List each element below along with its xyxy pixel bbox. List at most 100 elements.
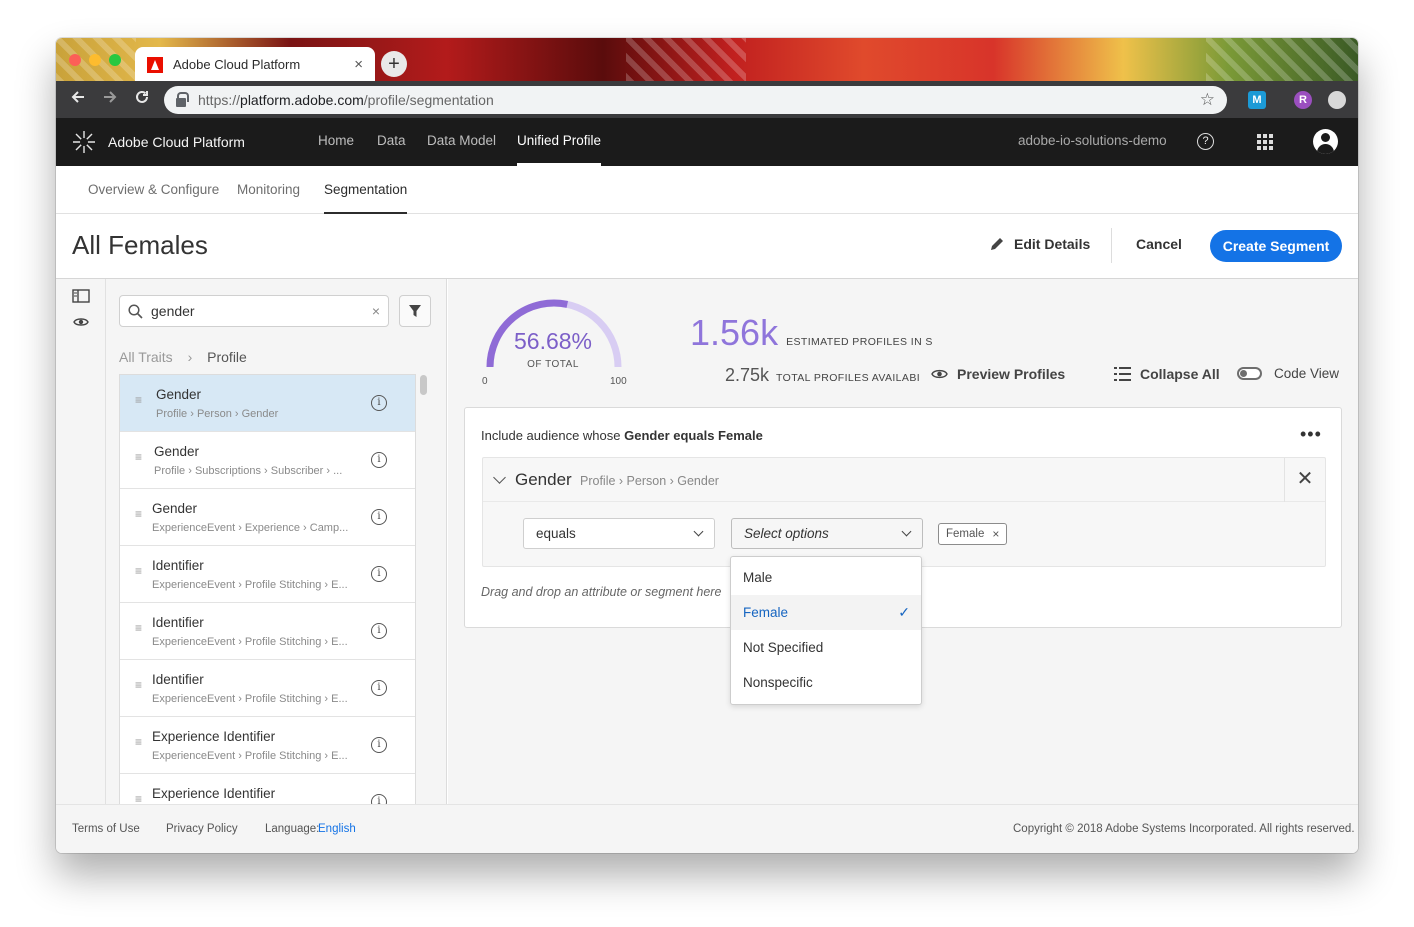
copyright: Copyright © 2018 Adobe Systems Incorpora… [1013, 823, 1355, 835]
list-item[interactable]: ≡ Identifier ExperienceEvent › Profile S… [120, 546, 415, 603]
preview-profiles-label: Preview Profiles [957, 366, 1066, 382]
info-icon[interactable]: i [371, 623, 387, 639]
browser-window: Adobe Cloud Platform × + https://platfor… [56, 38, 1358, 853]
brand[interactable]: Adobe Cloud Platform [72, 130, 245, 154]
drag-handle-icon[interactable]: ≡ [135, 508, 142, 520]
info-icon[interactable]: i [371, 509, 387, 525]
value-select[interactable]: Select options [731, 518, 923, 549]
item-name: Experience Identifier [152, 729, 276, 744]
tab-strip: Adobe Cloud Platform × + [56, 38, 1358, 82]
operator-select[interactable]: equals [523, 518, 715, 549]
item-name: Gender [154, 444, 200, 459]
tab-overview-configure[interactable]: Overview & Configure [88, 166, 219, 214]
option-male[interactable]: Male [731, 560, 921, 595]
option-not-specified[interactable]: Not Specified [731, 630, 921, 665]
option-label: Male [743, 570, 773, 585]
panel-toggle-icon[interactable] [72, 289, 90, 308]
toggle-switch[interactable] [1237, 367, 1262, 380]
list-scrollbar[interactable] [420, 375, 427, 395]
org-switcher[interactable]: adobe-io-solutions-demo [1018, 133, 1167, 148]
header-divider [1111, 228, 1112, 263]
remove-tag-icon[interactable]: × [992, 527, 999, 541]
url-scheme: https:// [198, 92, 241, 108]
drag-handle-icon[interactable]: ≡ [135, 736, 142, 748]
page-header: All Females Edit Details Cancel Create S… [56, 214, 1358, 279]
list-item[interactable]: ≡ Experience Identifier i [120, 774, 415, 804]
tab-monitoring[interactable]: Monitoring [237, 166, 300, 214]
info-icon[interactable]: i [371, 737, 387, 753]
breadcrumb: All Traits › Profile [119, 349, 247, 365]
drag-handle-icon[interactable]: ≡ [135, 679, 142, 691]
extension-circle-icon[interactable] [1328, 91, 1346, 109]
filter-button[interactable] [399, 295, 431, 327]
privacy-link[interactable]: Privacy Policy [166, 823, 238, 835]
cancel-button[interactable]: Cancel [1136, 236, 1182, 252]
total-profiles: 2.75k TOTAL PROFILES AVAILABI [725, 365, 920, 386]
minimize-window-button[interactable] [89, 54, 101, 66]
list-item[interactable]: ≡ Experience Identifier ExperienceEvent … [120, 717, 415, 774]
app-switcher-grid-icon[interactable] [1257, 134, 1273, 150]
drag-handle-icon[interactable]: ≡ [135, 451, 142, 463]
list-item[interactable]: ≡ Gender ExperienceEvent › Experience › … [120, 489, 415, 546]
breadcrumb-all-traits[interactable]: All Traits [119, 349, 173, 365]
browser-tab[interactable]: Adobe Cloud Platform × [135, 47, 375, 82]
create-segment-button[interactable]: Create Segment [1210, 230, 1342, 262]
info-icon[interactable]: i [371, 794, 387, 804]
gauge-percent: 56.68% [513, 328, 592, 354]
nav-home[interactable]: Home [318, 118, 354, 166]
nav-data[interactable]: Data [377, 118, 406, 166]
new-tab-button[interactable]: + [381, 51, 407, 77]
chevron-down-icon [693, 526, 704, 537]
item-name: Identifier [152, 615, 204, 630]
tab-close-icon[interactable]: × [354, 56, 363, 73]
code-view-toggle[interactable]: Code View [1237, 366, 1339, 381]
list-item[interactable]: ≡ Identifier ExperienceEvent › Profile S… [120, 603, 415, 660]
clear-search-icon[interactable]: × [372, 303, 380, 319]
help-icon[interactable]: ? [1197, 133, 1214, 150]
app-header: Adobe Cloud Platform Home Data Data Mode… [56, 118, 1358, 166]
nav-data-model[interactable]: Data Model [427, 118, 496, 166]
gauge-max: 100 [610, 376, 627, 387]
drag-handle-icon[interactable]: ≡ [135, 394, 142, 406]
bookmark-star-icon[interactable]: ☆ [1200, 90, 1215, 110]
collapse-all-button[interactable]: Collapse All [1114, 366, 1220, 382]
terms-link[interactable]: Terms of Use [72, 823, 140, 835]
info-icon[interactable]: i [371, 395, 387, 411]
rule-summary: Include audience whose Gender equals Fem… [481, 428, 763, 443]
item-path: ExperienceEvent › Experience › Camp... [152, 522, 349, 534]
reload-icon[interactable] [126, 89, 158, 110]
url-bar[interactable]: https://platform.adobe.com/profile/segme… [164, 86, 1227, 114]
condition-attribute: Gender [515, 470, 572, 489]
close-window-button[interactable] [69, 54, 81, 66]
edit-details-button[interactable]: Edit Details [989, 236, 1090, 252]
extension-m-icon[interactable]: M [1248, 91, 1266, 109]
more-options-icon[interactable]: ••• [1300, 425, 1322, 443]
drag-handle-icon[interactable]: ≡ [135, 565, 142, 577]
forward-icon[interactable] [94, 89, 126, 110]
user-avatar[interactable] [1313, 129, 1338, 154]
drag-handle-icon[interactable]: ≡ [135, 622, 142, 634]
remove-condition-icon[interactable]: ✕ [1284, 458, 1325, 502]
adobe-platform-logo-icon [72, 130, 96, 154]
drop-zone-hint[interactable]: Drag and drop an attribute or segment he… [481, 585, 721, 599]
search-input[interactable]: gender × [119, 295, 389, 327]
list-item[interactable]: ≡ Gender Profile › Person › Gender i [120, 375, 415, 432]
maximize-window-button[interactable] [109, 54, 121, 66]
info-icon[interactable]: i [371, 680, 387, 696]
back-icon[interactable] [62, 89, 94, 110]
nav-unified-profile[interactable]: Unified Profile [517, 118, 602, 166]
eye-icon[interactable] [73, 315, 89, 333]
chevron-down-icon[interactable] [493, 471, 506, 484]
list-item[interactable]: ≡ Identifier ExperienceEvent › Profile S… [120, 660, 415, 717]
option-female[interactable]: Female ✓ [731, 595, 921, 630]
list-item[interactable]: ≡ Gender Profile › Subscriptions › Subsc… [120, 432, 415, 489]
profile-r-icon[interactable]: R [1294, 91, 1312, 109]
info-icon[interactable]: i [371, 452, 387, 468]
url-host: platform.adobe.com [240, 92, 364, 108]
option-nonspecific[interactable]: Nonspecific [731, 665, 921, 700]
drag-handle-icon[interactable]: ≡ [135, 793, 142, 804]
info-icon[interactable]: i [371, 566, 387, 582]
language-link[interactable]: English [318, 823, 356, 835]
tab-segmentation[interactable]: Segmentation [324, 166, 408, 214]
preview-profiles-button[interactable]: Preview Profiles [931, 366, 1065, 382]
